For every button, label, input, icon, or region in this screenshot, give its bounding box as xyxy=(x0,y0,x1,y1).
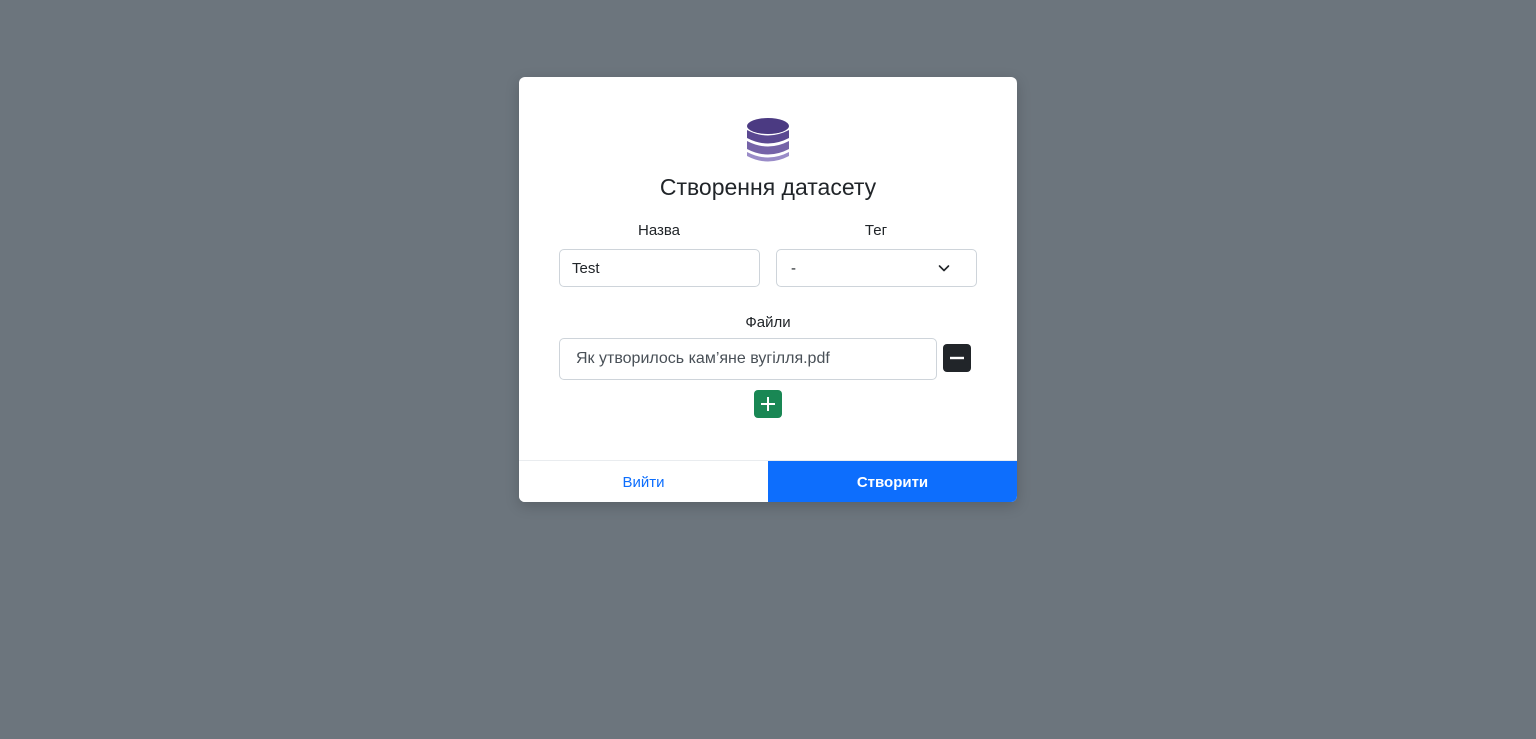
remove-file-button[interactable] xyxy=(943,344,971,372)
create-button[interactable]: Створити xyxy=(768,461,1017,502)
file-input[interactable]: Як утворилось кам’яне вугілля.pdf xyxy=(559,338,937,380)
name-input[interactable] xyxy=(559,249,760,287)
exit-button[interactable]: Вийти xyxy=(519,461,768,502)
database-icon xyxy=(747,118,789,162)
modal-footer: Вийти Створити xyxy=(519,460,1017,502)
files-label: Файли xyxy=(745,314,791,331)
chevron-down-icon xyxy=(938,265,950,272)
name-label: Назва xyxy=(637,222,681,239)
plus-icon xyxy=(761,397,775,411)
create-dataset-modal: Створення датасету Назва Тег - Файли Як … xyxy=(519,77,1017,502)
add-file-button[interactable] xyxy=(754,390,782,418)
tag-select[interactable]: - xyxy=(776,249,977,287)
tag-label: Тег xyxy=(864,222,888,239)
minus-icon xyxy=(950,356,964,360)
modal-title: Створення датасету xyxy=(659,174,877,200)
file-name: Як утворилось кам’яне вугілля.pdf xyxy=(576,350,830,367)
tag-select-value: - xyxy=(791,259,796,277)
